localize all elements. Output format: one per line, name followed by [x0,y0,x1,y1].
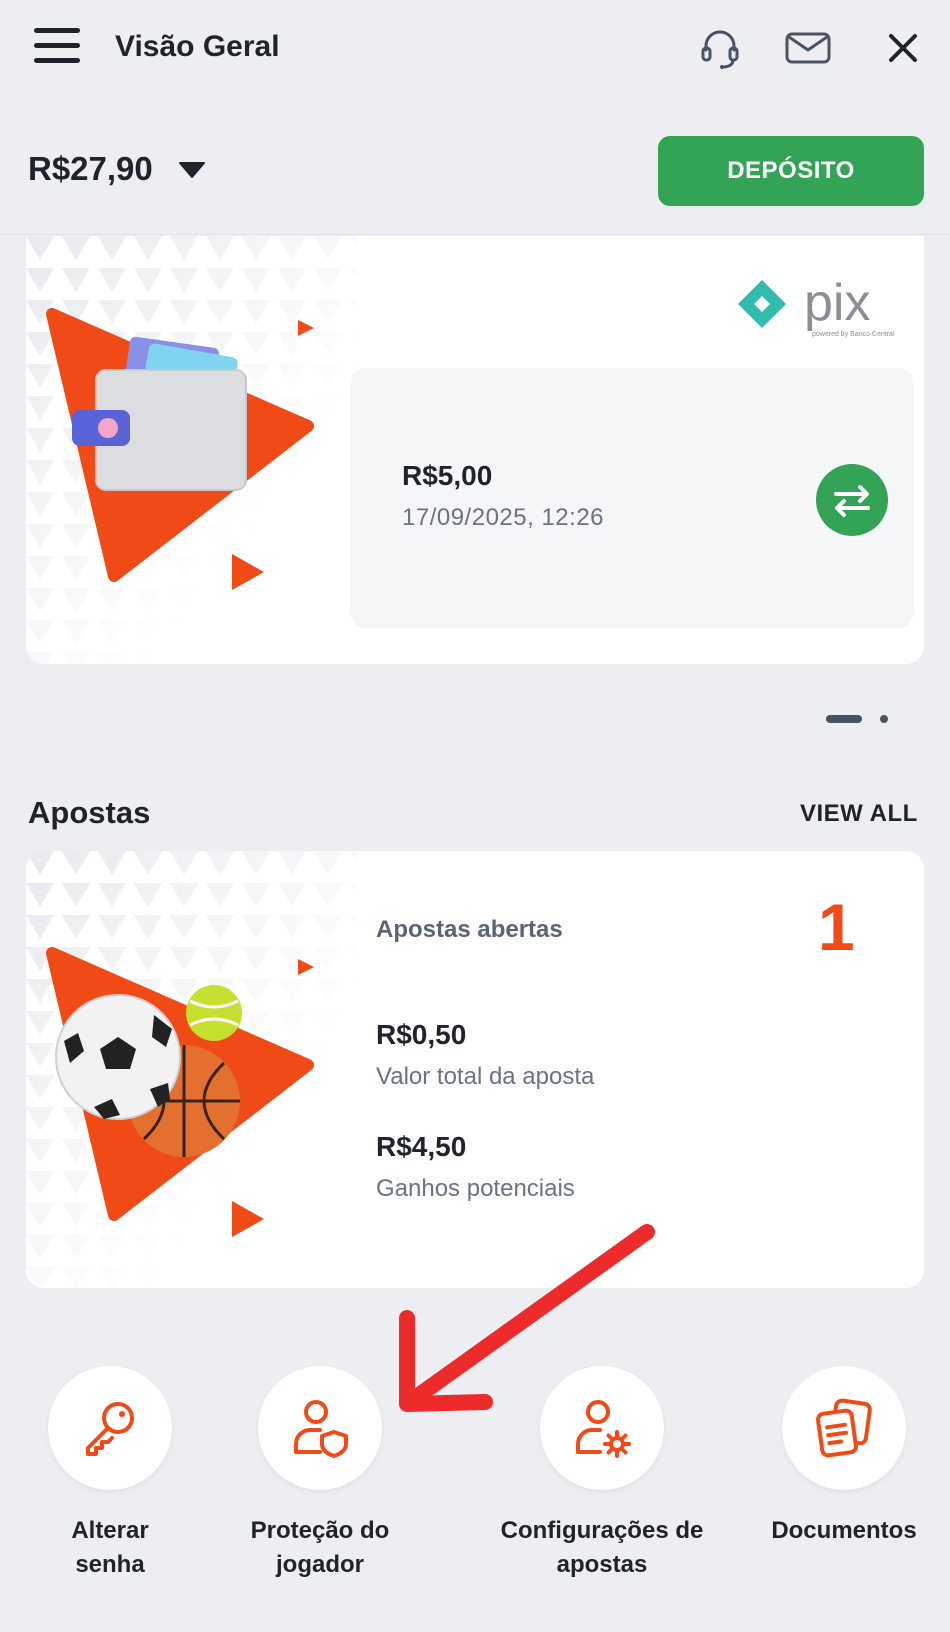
bet-settings-label-line2: apostas [556,1551,648,1578]
sports-balls-icon [55,985,242,1157]
change-password-label: Alterar senha [0,1514,220,1582]
player-protection-button[interactable] [258,1366,382,1490]
last-transaction-card[interactable]: pix powered by Banco Central R$5,00 17/0… [26,236,924,664]
documents-icon [816,1398,872,1458]
carousel-dot-active[interactable] [826,715,862,723]
header: Visão Geral R$27,90 DEPÓSITO [0,0,950,235]
change-password-button[interactable] [48,1366,172,1490]
balance-amount[interactable]: R$27,90 [28,150,153,188]
transaction-amount: R$5,00 [402,460,493,491]
pix-logo: pix powered by Banco Central [738,274,895,338]
bet-settings-label-line1: Configurações de [500,1517,704,1544]
pix-logo-text: pix [804,274,870,332]
documents-label: Documentos [734,1514,950,1548]
bet-settings-action[interactable]: Configurações de apostas [492,1366,712,1582]
player-protection-label-line2: jogador [276,1551,364,1578]
pix-logo-subtext: powered by Banco Central [812,331,895,338]
change-password-label-line1: Alterar [71,1517,149,1544]
transaction-datetime: 17/09/2025, 12:26 [402,504,605,531]
view-all-link[interactable]: VIEW ALL [800,800,918,828]
open-bets-label: Apostas abertas [376,916,563,943]
carousel-indicator[interactable] [826,713,890,723]
total-stake-value: R$0,50 [376,1019,467,1050]
bet-settings-label: Configurações de apostas [492,1514,712,1582]
player-protection-label-line1: Proteção do [250,1517,390,1544]
transaction-summary[interactable]: R$5,00 17/09/2025, 12:26 [350,368,914,628]
wallet-icon [72,336,247,491]
bet-settings-button[interactable] [540,1366,664,1490]
mail-icon[interactable] [784,24,832,72]
total-stake-label: Valor total da aposta [376,1063,595,1090]
menu-icon[interactable] [34,28,80,68]
documents-label-line1: Documentos [771,1517,917,1544]
key-icon [86,1402,134,1456]
change-password-label-line2: senha [75,1551,145,1578]
potential-winnings-label: Ganhos potenciais [376,1175,575,1202]
transfer-icon[interactable] [816,464,888,536]
close-icon[interactable] [883,28,923,68]
potential-winnings-value: R$4,50 [376,1131,467,1162]
chevron-down-icon[interactable] [178,160,206,180]
headset-icon[interactable] [696,24,744,72]
player-protection-action[interactable]: Proteção do jogador [210,1366,430,1582]
change-password-action[interactable]: Alterar senha [0,1366,220,1582]
page-title: Visão Geral [115,30,280,63]
bets-section-title: Apostas [28,795,151,830]
player-protection-label: Proteção do jogador [210,1514,430,1582]
deposit-button[interactable]: DEPÓSITO [658,136,924,206]
open-bets-card[interactable]: Apostas abertas 1 R$0,50 Valor total da … [26,851,924,1288]
user-gear-icon [576,1400,631,1458]
user-shield-icon [294,1400,348,1458]
account-overview-page: Visão Geral R$27,90 DEPÓSITO pix powered… [0,0,950,1632]
open-bets-count: 1 [818,890,855,964]
documents-action[interactable]: Documentos [734,1366,950,1548]
carousel-dot[interactable] [880,715,888,723]
documents-button[interactable] [782,1366,906,1490]
